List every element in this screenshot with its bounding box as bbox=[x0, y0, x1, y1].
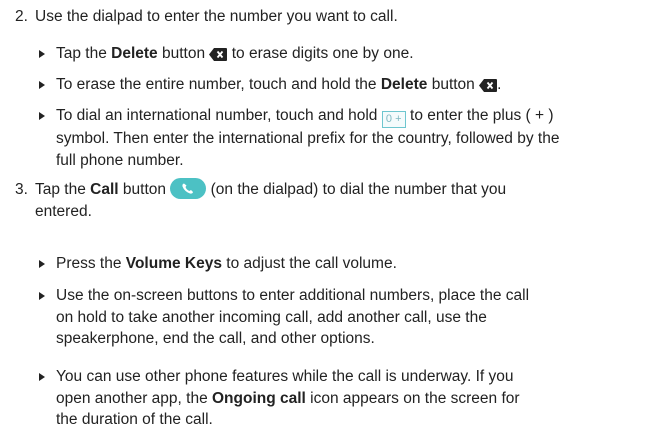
backspace-delete-icon bbox=[479, 77, 498, 99]
triangle-bullet-icon bbox=[39, 260, 45, 268]
bullet-text: to adjust the call volume. bbox=[221, 255, 397, 272]
triangle-bullet-icon bbox=[39, 81, 45, 89]
bullet-line: You can use other phone features while t… bbox=[56, 368, 514, 385]
step-text: Use the dialpad to enter the number you … bbox=[35, 8, 398, 25]
bullet-international: To dial an international number, touch a… bbox=[39, 105, 639, 171]
bullet-text: icon appears on the screen for bbox=[305, 389, 520, 407]
bullet-line: symbol. Then enter the international pre… bbox=[56, 130, 560, 147]
step-text: (on the dialpad) to dial the number that… bbox=[206, 181, 507, 198]
step-number: 3. bbox=[15, 181, 28, 198]
bullet-text: Press the bbox=[56, 255, 126, 272]
phone-call-icon bbox=[170, 178, 207, 199]
bullet-ongoing-call: You can use other phone features while t… bbox=[39, 366, 639, 431]
bullet-text: to erase digits one by one. bbox=[227, 45, 414, 62]
bullet-text: To erase the entire number, touch and ho… bbox=[56, 76, 381, 93]
bullet-line: speakerphone, end the call, and other op… bbox=[56, 330, 375, 347]
step-number: 2. bbox=[15, 8, 28, 25]
step-line: entered. bbox=[35, 202, 92, 220]
step-text: button bbox=[118, 181, 171, 198]
step-3: 3. Tap the Call button (on the dialpad) t… bbox=[15, 178, 635, 222]
step-line: 3. Tap the Call button (on the dialpad) t… bbox=[15, 178, 635, 201]
step-text: Tap the bbox=[35, 181, 91, 198]
delete-label: Delete bbox=[380, 76, 428, 93]
triangle-bullet-icon bbox=[39, 112, 45, 120]
bullet-line: open another app, the Ongoing call icon … bbox=[56, 388, 639, 410]
bullet-text: Tap the bbox=[56, 45, 112, 62]
bullet-text: to enter the plus ( + ) bbox=[405, 107, 554, 124]
triangle-bullet-icon bbox=[39, 373, 45, 381]
bullet-line: Use the on-screen buttons to enter addit… bbox=[56, 287, 530, 304]
ongoing-call-label: Ongoing call bbox=[212, 389, 306, 407]
bullet-text: . bbox=[497, 76, 502, 93]
step-2: 2. Use the dialpad to enter the number yo… bbox=[15, 6, 635, 28]
bullet-line: the duration of the call. bbox=[56, 411, 213, 428]
backspace-delete-icon bbox=[209, 46, 228, 68]
bullet-volume: Press the Volume Keys to adjust the call… bbox=[39, 253, 639, 275]
delete-label: Delete bbox=[111, 45, 158, 62]
triangle-bullet-icon bbox=[39, 50, 45, 58]
manual-page: 2. Use the dialpad to enter the number yo… bbox=[0, 0, 646, 438]
bullet-text: button bbox=[157, 45, 210, 62]
bullet-onscreen-buttons: Use the on-screen buttons to enter addit… bbox=[39, 285, 639, 350]
bullet-line: full phone number. bbox=[56, 151, 184, 169]
bullet-delete-digits: Tap the Delete button to erase digits on… bbox=[39, 43, 639, 68]
zero-plus-key-icon: 0 + bbox=[381, 111, 406, 128]
bullet-line: on hold to take another incoming call, a… bbox=[56, 308, 487, 326]
triangle-bullet-icon bbox=[39, 292, 45, 300]
call-label: Call bbox=[90, 181, 119, 198]
bullet-text: open another app, the bbox=[56, 389, 212, 407]
bullet-text: button bbox=[427, 76, 480, 93]
bullet-text: To dial an international number, touch a… bbox=[56, 107, 382, 124]
bullet-erase-all: To erase the entire number, touch and ho… bbox=[39, 74, 639, 99]
volume-keys-label: Volume Keys bbox=[125, 255, 222, 272]
bullet-line: To dial an international number, touch a… bbox=[56, 105, 639, 128]
